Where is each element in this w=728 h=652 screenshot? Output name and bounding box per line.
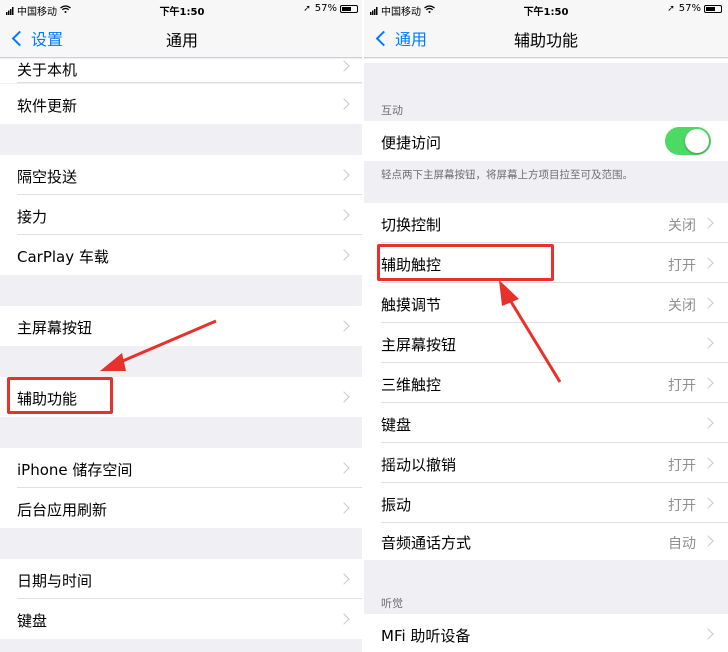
annotation-arrow [100, 319, 217, 371]
annotation-arrow [499, 280, 562, 383]
right-screen: 中国移动 下午1:50 ➚ 57% 通用 辅助功能 互动 便捷访问 轻点两下主屏… [364, 0, 728, 652]
left-screen: 中国移动 下午1:50 ➚ 57% 设置 通用 关于本机 软件更新 隔空投送 接… [0, 0, 364, 652]
